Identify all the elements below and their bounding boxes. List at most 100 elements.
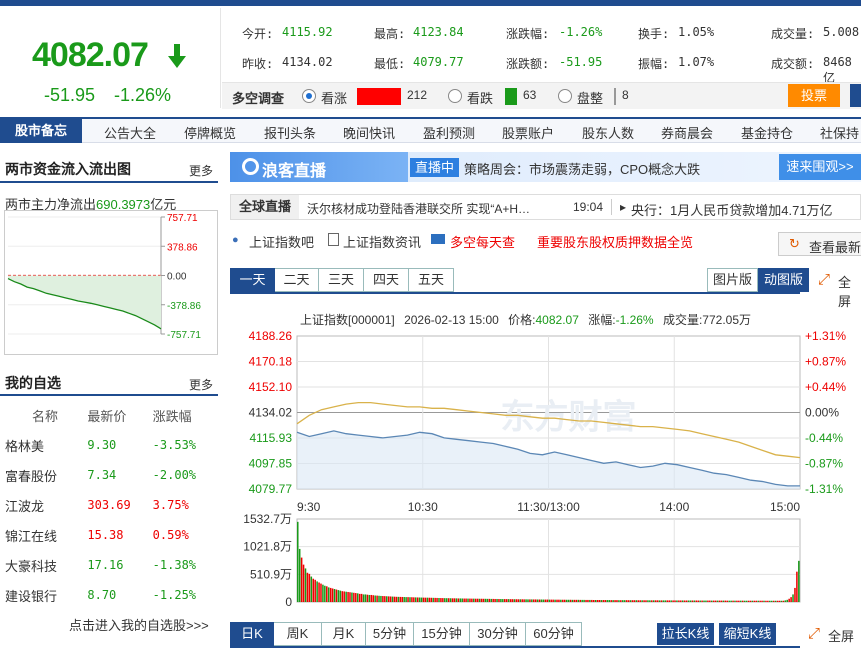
volume-tick: 1532.7万 bbox=[243, 512, 292, 526]
flow-tick-label: 378.86 bbox=[167, 242, 198, 253]
watchlist-stock-price: 7.34 bbox=[87, 468, 117, 482]
shrink-kline-button[interactable]: 缩短K线 bbox=[719, 623, 776, 645]
volume-bar bbox=[749, 600, 752, 602]
top-accent-bar bbox=[0, 0, 861, 6]
watchlist-stock-name: 江波龙 bbox=[5, 498, 45, 514]
watchlist-row[interactable]: 格林美 9.30 -3.53% bbox=[0, 430, 218, 460]
tab-kline-month[interactable]: 月K bbox=[322, 622, 366, 646]
watchlist-stock-price: 15.38 bbox=[87, 528, 124, 542]
volume-bar bbox=[484, 598, 487, 602]
watchlist-rows: 格林美 9.30 -3.53% 富春股份 7.34 -2.00% 江波龙 303.69 3.75… bbox=[0, 430, 218, 610]
price-tick-right: -0.87% bbox=[805, 457, 843, 471]
nav-item-6[interactable]: 股东人数 bbox=[582, 123, 634, 142]
nav-item-1[interactable]: 停牌概览 bbox=[184, 123, 236, 142]
nav-item-9[interactable]: 社保持 bbox=[820, 123, 859, 142]
volume-bar bbox=[513, 599, 516, 602]
ticker-item-2[interactable]: 央行：1月人民币贷款增加4.71万亿 bbox=[631, 200, 833, 219]
live-cta-button[interactable]: 速来围观>> bbox=[779, 154, 861, 180]
watchlist-stock-price: 8.70 bbox=[87, 588, 117, 602]
vote-flat-bar bbox=[614, 88, 616, 105]
volume-bar bbox=[567, 599, 570, 602]
volume-bar bbox=[395, 596, 398, 602]
watchlist-footer-link[interactable]: 点击进入我的自选股>>> bbox=[69, 615, 209, 634]
price-tick-left: 4079.77 bbox=[249, 482, 293, 496]
low-value: 4079.77 bbox=[413, 55, 464, 69]
volume-bar bbox=[415, 597, 417, 602]
tab-range-1[interactable]: 二天 bbox=[275, 268, 319, 292]
flow-tick-label: -378.86 bbox=[167, 301, 201, 312]
volume-bar bbox=[552, 599, 554, 602]
tab-kline-day[interactable]: 日K bbox=[230, 622, 274, 646]
watchlist-header-name: 名称 bbox=[32, 408, 59, 424]
vote-extra-button[interactable] bbox=[850, 84, 861, 107]
flow-more-link[interactable]: 更多 bbox=[189, 162, 213, 179]
tab-kline-5min[interactable]: 5分钟 bbox=[366, 622, 414, 646]
link-pledge-data[interactable]: 重要股东股权质押数据全览 bbox=[537, 232, 693, 251]
volume-bar bbox=[651, 600, 653, 602]
view-latest-button[interactable]: ↻ 查看最新 bbox=[778, 232, 861, 256]
watchlist-row[interactable]: 建设银行 8.70 -1.25% bbox=[0, 580, 218, 610]
link-index-news[interactable]: 上证指数资讯 bbox=[343, 232, 421, 251]
tab-range-3[interactable]: 四天 bbox=[364, 268, 409, 292]
watchlist-more-link[interactable]: 更多 bbox=[189, 376, 213, 393]
volume-bar bbox=[440, 598, 442, 602]
vote-up-label: 看涨 bbox=[321, 91, 348, 106]
nav-item-8[interactable]: 基金持仓 bbox=[741, 123, 793, 142]
nav-item-7[interactable]: 券商晨会 bbox=[661, 123, 713, 142]
volume-bar bbox=[349, 592, 351, 602]
flow-chart-box: 757.71 378.86 0.00 -378.86 -757.71 bbox=[4, 210, 218, 355]
live-logo-text: 浪客直播 bbox=[262, 163, 327, 180]
watchlist-row[interactable]: 锦江在线 15.38 0.59% bbox=[0, 520, 218, 550]
volume-bar bbox=[672, 600, 674, 602]
stretch-kline-button[interactable]: 拉长K线 bbox=[657, 623, 714, 645]
tab-kline-15min[interactable]: 15分钟 bbox=[414, 622, 470, 646]
volume-bar bbox=[478, 598, 481, 602]
tab-range-4[interactable]: 五天 bbox=[409, 268, 454, 292]
volume-bar bbox=[467, 598, 469, 602]
volume-bar bbox=[374, 595, 376, 602]
nav-item-3[interactable]: 晚间快讯 bbox=[343, 123, 395, 142]
volume-bar bbox=[505, 599, 508, 602]
link-index-forum[interactable]: 上证指数吧 bbox=[249, 232, 314, 251]
tab-kline-30min[interactable]: 30分钟 bbox=[470, 622, 526, 646]
tab-kline-week[interactable]: 周K bbox=[274, 622, 322, 646]
nav-item-5[interactable]: 股票账户 bbox=[502, 123, 554, 142]
nav-item-2[interactable]: 报刊头条 bbox=[264, 123, 316, 142]
watchlist-header-price: 最新价 bbox=[87, 408, 127, 424]
volume-bar bbox=[747, 600, 750, 602]
time-tick: 14:00 bbox=[659, 500, 689, 514]
volume-bar bbox=[430, 597, 433, 602]
tab-dynamic-image[interactable]: 动图版 bbox=[758, 268, 809, 292]
tab-range-2[interactable]: 三天 bbox=[319, 268, 364, 292]
tab-kline-60min[interactable]: 60分钟 bbox=[526, 622, 582, 646]
volume-bar bbox=[618, 600, 620, 602]
vote-submit-button[interactable]: 投票 bbox=[788, 84, 840, 107]
vote-down-radio[interactable] bbox=[448, 89, 462, 103]
volume-bar bbox=[378, 595, 380, 602]
nav-item-0[interactable]: 公告大全 bbox=[104, 123, 156, 142]
fullscreen-link[interactable]: 全屏 bbox=[838, 272, 861, 310]
kline-tabs: 日K 周K 月K 5分钟 15分钟 30分钟 60分钟 bbox=[230, 622, 582, 646]
volume-bar bbox=[641, 600, 643, 602]
volume-bar bbox=[326, 586, 328, 602]
chart-info-datetime: 2026-02-13 15:00 bbox=[404, 313, 499, 327]
pct-label: 涨跌幅: bbox=[506, 27, 550, 41]
vote-flat-radio[interactable] bbox=[558, 89, 572, 103]
tab-static-image[interactable]: 图片版 bbox=[707, 268, 758, 292]
link-daily-check[interactable]: 多空每天查 bbox=[450, 232, 515, 251]
watchlist-row[interactable]: 富春股份 7.34 -2.00% bbox=[0, 460, 218, 490]
volume-bar bbox=[709, 600, 711, 602]
live-banner[interactable]: 浪客直播 直播中 策略周会：市场震荡走弱，CPO概念大跌 速来围观>> bbox=[230, 152, 861, 182]
volume-bar bbox=[668, 600, 670, 602]
watchlist-row[interactable]: 江波龙 303.69 3.75% bbox=[0, 490, 218, 520]
ticker-item-1[interactable]: 沃尔核材成功登陆香港联交所 实现“A+H… bbox=[307, 200, 530, 217]
tab-range-0[interactable]: 一天 bbox=[230, 268, 275, 292]
nav-item-4[interactable]: 盈利预测 bbox=[423, 123, 475, 142]
volume-tick: 1021.8万 bbox=[243, 540, 292, 554]
kline-fullscreen-link[interactable]: 全屏 bbox=[828, 626, 854, 645]
page-root: { "quote": { "price": "4082.07", "change… bbox=[0, 0, 861, 662]
volume-bar bbox=[571, 599, 574, 602]
volume-bar bbox=[798, 560, 800, 602]
watchlist-row[interactable]: 大豪科技 17.16 -1.38% bbox=[0, 550, 218, 580]
vote-up-radio[interactable] bbox=[302, 89, 316, 103]
